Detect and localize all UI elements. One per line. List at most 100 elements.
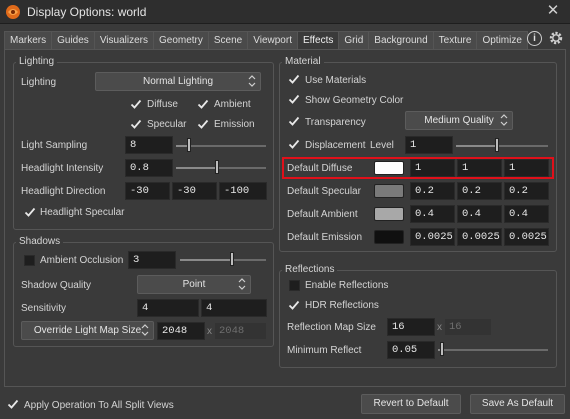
material-group-title: Material [282,56,324,67]
transparency-checkbox[interactable] [288,115,300,127]
light-map-size-field-1[interactable]: 2048 [157,322,205,340]
light-sampling-label: Light Sampling [21,140,88,151]
default-specular-b[interactable]: 0.2 [504,182,549,200]
light-sampling-slider-handle[interactable] [187,138,191,152]
lighting-group-title: Lighting [16,56,58,67]
hdr-reflections-checkbox[interactable] [288,299,300,311]
light-sampling-field[interactable]: 8 [125,136,173,154]
use-materials-checkbox[interactable] [288,73,300,85]
headlight-direction-label: Headlight Direction [21,186,106,197]
default-emission-b[interactable]: 0.0025 [504,228,549,246]
hdr-reflections-label: HDR Reflections [305,300,379,311]
ambient-occlusion-slider-handle[interactable] [230,252,234,266]
ambient-checkbox[interactable] [197,98,209,110]
headlight-specular-label: Headlight Specular [40,207,125,218]
displacement-label: Displacement [305,140,366,151]
transparency-dropdown[interactable]: Medium Quality [405,111,513,130]
tab-optimize[interactable]: Optimize [476,31,528,49]
light-map-size-field-2: 2048 [214,322,267,340]
default-ambient-r[interactable]: 0.4 [410,205,455,223]
minimum-reflect-field[interactable]: 0.05 [387,341,435,359]
headlight-direction-x[interactable]: -30 [125,182,170,200]
emission-checkbox[interactable] [197,118,209,130]
ambient-occlusion-field[interactable]: 3 [128,251,176,269]
tab-grid[interactable]: Grid [338,31,370,49]
window-title: Display Options: world [27,5,147,19]
tab-effects[interactable]: Effects [296,31,340,50]
tab-visualizers[interactable]: Visualizers [93,31,154,49]
headlight-direction-y[interactable]: -30 [172,182,217,200]
tab-bar: Markers Guides Visualizers Geometry Scen… [4,31,528,50]
default-specular-r[interactable]: 0.2 [410,182,455,200]
tab-guides[interactable]: Guides [51,31,95,49]
transparency-label: Transparency [305,117,366,128]
show-geometry-color-label: Show Geometry Color [305,95,404,106]
override-light-map-size-dropdown[interactable]: Override Light Map Size [21,321,154,340]
minimum-reflect-slider[interactable] [438,349,548,351]
reflections-group-title: Reflections [282,264,338,275]
specular-checkbox[interactable] [130,118,142,130]
reflection-map-size-label: Reflection Map Size [287,322,376,333]
default-emission-r[interactable]: 0.0025 [410,228,455,246]
level-slider[interactable] [456,145,548,147]
tab-geometry[interactable]: Geometry [152,31,209,49]
default-specular-swatch[interactable] [374,184,404,198]
default-emission-g[interactable]: 0.0025 [457,228,502,246]
info-icon[interactable]: i [527,31,542,46]
level-slider-handle[interactable] [495,138,499,152]
tab-markers[interactable]: Markers [4,31,53,49]
shadow-quality-dropdown[interactable]: Point [137,275,251,294]
use-materials-label: Use Materials [305,75,367,86]
lighting-dropdown-value: Normal Lighting [142,76,214,87]
reflection-map-size-field-2: 16 [444,318,492,336]
chevron-updown-icon [141,324,149,336]
lighting-label: Lighting [21,77,57,88]
sensitivity-label: Sensitivity [21,303,67,314]
diffuse-label: Diffuse [147,99,178,110]
reflection-map-x-separator: x [437,322,442,333]
level-label: Level [370,140,394,151]
gear-icon[interactable] [548,30,564,46]
default-specular-g[interactable]: 0.2 [457,182,502,200]
minimum-reflect-label: Minimum Reflect [287,345,362,356]
default-emission-label: Default Emission [287,232,363,243]
default-ambient-g[interactable]: 0.4 [457,205,502,223]
close-icon[interactable]: ✕ [544,2,562,20]
shadows-group-title: Shadows [16,236,64,247]
sensitivity-field-1[interactable]: 4 [137,299,199,317]
reflection-map-size-field-1[interactable]: 16 [387,318,435,336]
tab-scene[interactable]: Scene [207,31,249,49]
minimum-reflect-slider-handle[interactable] [440,342,444,356]
headlight-intensity-slider[interactable] [176,167,266,169]
shadow-quality-value: Point [182,279,206,290]
tab-texture[interactable]: Texture [432,31,478,49]
shadow-quality-label: Shadow Quality [21,280,92,291]
enable-reflections-checkbox[interactable] [289,280,300,291]
headlight-specular-checkbox[interactable] [24,206,36,218]
tab-viewport[interactable]: Viewport [247,31,298,49]
headlight-intensity-field[interactable]: 0.8 [125,159,173,177]
default-ambient-b[interactable]: 0.4 [504,205,549,223]
headlight-intensity-label: Headlight Intensity [21,163,104,174]
headlight-intensity-slider-handle[interactable] [215,160,219,174]
default-diffuse-highlight [282,157,554,179]
save-as-default-button[interactable]: Save As Default [470,394,565,414]
diffuse-checkbox[interactable] [130,98,142,110]
ambient-label: Ambient [214,99,251,110]
lighting-dropdown[interactable]: Normal Lighting [95,72,261,91]
show-geometry-color-checkbox[interactable] [288,93,300,105]
displacement-checkbox[interactable] [288,138,300,150]
level-field[interactable]: 1 [405,136,453,154]
ambient-occlusion-slider[interactable] [180,259,266,261]
revert-to-default-button[interactable]: Revert to Default [361,394,461,414]
default-emission-swatch[interactable] [374,230,404,244]
ambient-occlusion-checkbox[interactable] [24,255,35,266]
headlight-direction-z[interactable]: -100 [219,182,267,200]
tab-background[interactable]: Background [368,31,434,49]
ambient-occlusion-label: Ambient Occlusion [40,255,124,266]
sensitivity-field-2[interactable]: 4 [201,299,267,317]
emission-label: Emission [214,119,255,130]
override-light-map-size-label: Override Light Map Size [33,325,142,336]
default-ambient-swatch[interactable] [374,207,404,221]
apply-all-split-views-checkbox[interactable] [7,398,19,410]
